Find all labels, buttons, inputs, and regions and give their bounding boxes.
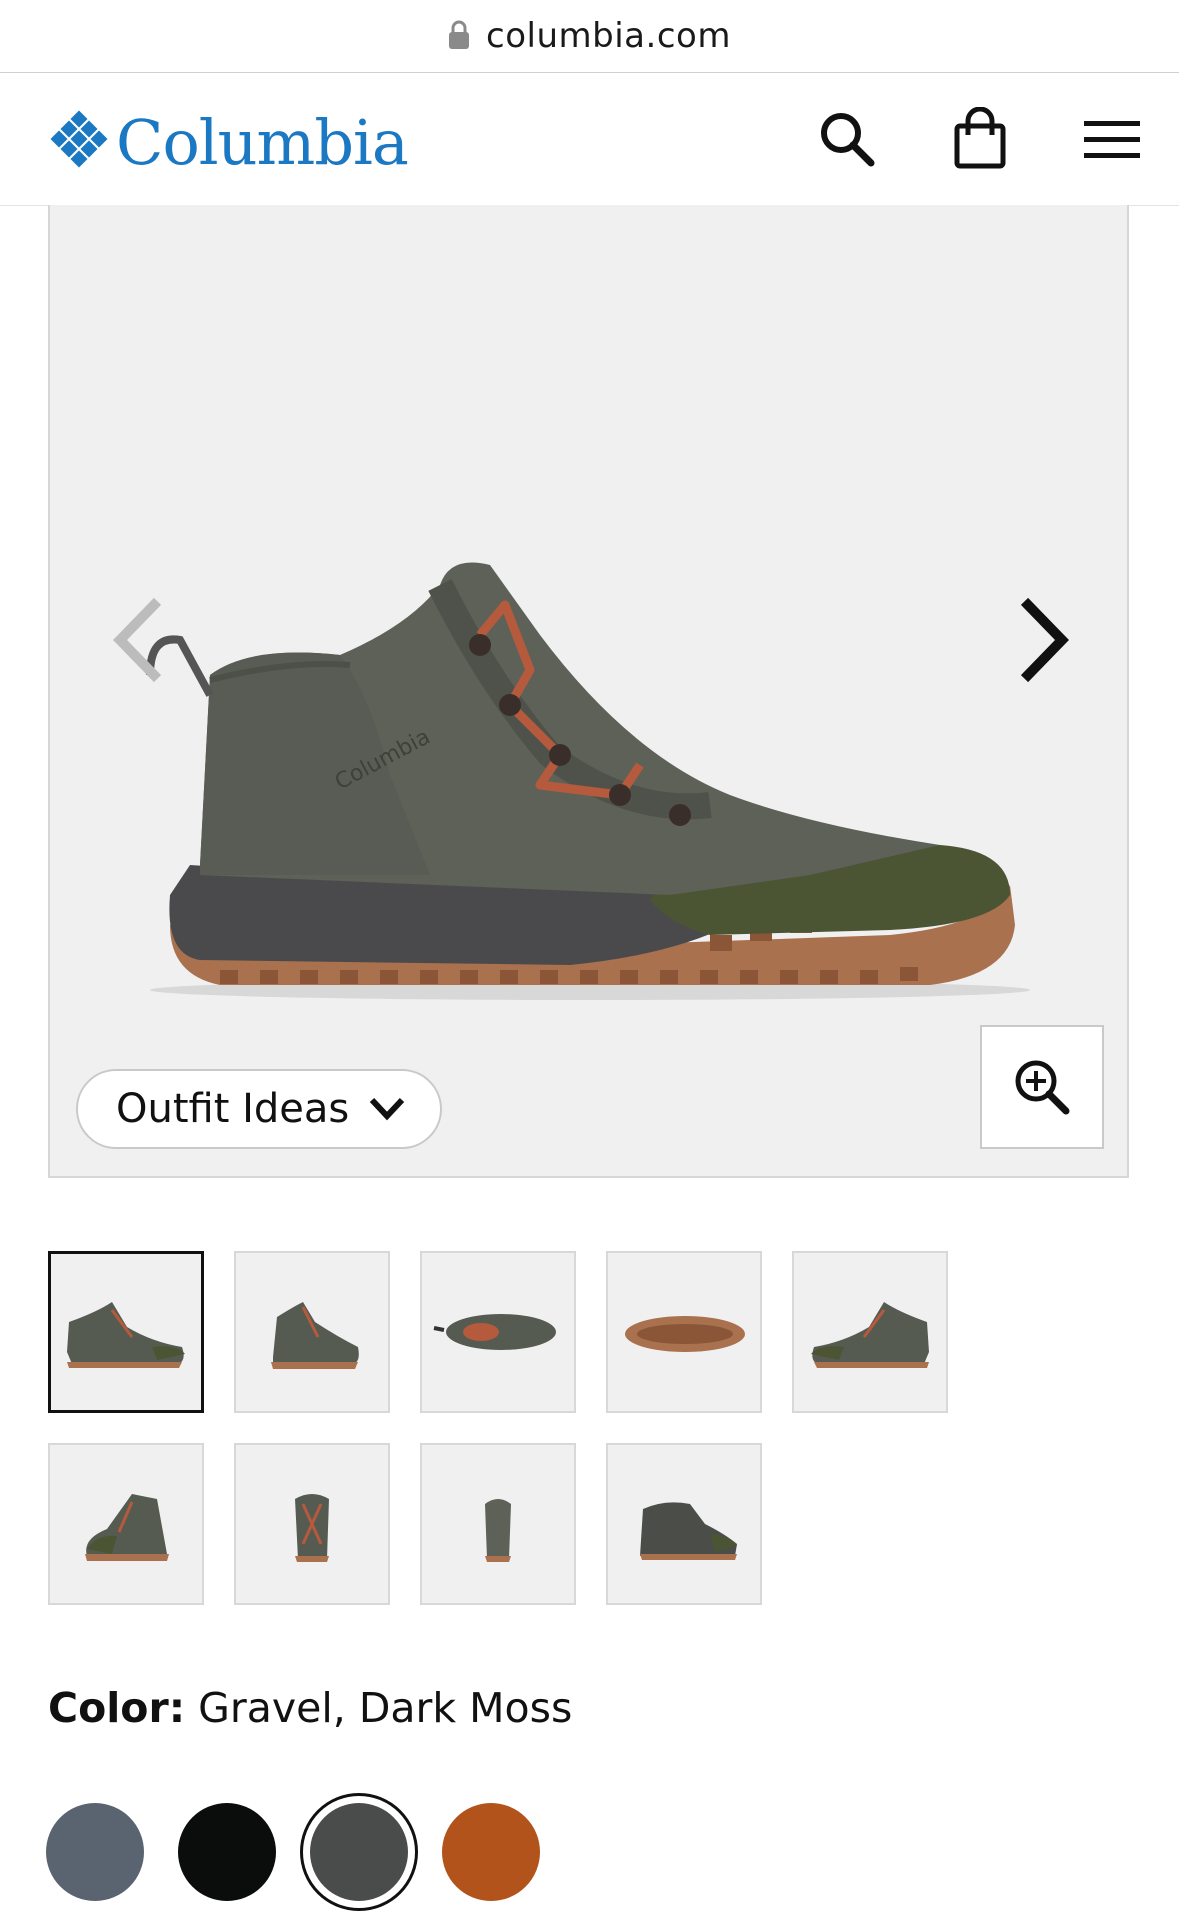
color-value: Gravel, Dark Moss (198, 1684, 573, 1732)
swatch-black[interactable] (178, 1803, 276, 1901)
outfit-ideas-button[interactable]: Outfit Ideas (76, 1069, 442, 1149)
thumbnail-three-quarter[interactable] (234, 1251, 390, 1413)
thumbnail-side-left[interactable] (48, 1251, 204, 1413)
zoom-in-icon (1015, 1060, 1070, 1115)
thumbnail-front[interactable] (234, 1443, 390, 1605)
columbia-logo[interactable]: Columbia (46, 105, 409, 179)
search-icon[interactable] (815, 107, 879, 171)
hamburger-menu-icon[interactable] (1080, 107, 1144, 171)
thumbnail-back[interactable] (420, 1443, 576, 1605)
thumbnail-gallery (48, 1251, 1148, 1607)
next-image-chevron-right-icon[interactable] (1010, 595, 1080, 685)
lock-icon (449, 20, 470, 49)
color-label: Color: (48, 1684, 186, 1732)
chevron-down-icon (370, 1097, 405, 1121)
url-text: columbia.com (486, 16, 731, 56)
swatch-gravel-dark-moss[interactable] (310, 1803, 408, 1901)
site-header: Columbia (0, 73, 1179, 206)
thumbnail-top-down[interactable] (420, 1251, 576, 1413)
color-selection-label: Color: Gravel, Dark Moss (48, 1684, 572, 1732)
thumbnail-front-three-quarter[interactable] (48, 1443, 204, 1605)
thumbnail-side-right[interactable] (792, 1251, 948, 1413)
thumbnail-outsole[interactable] (606, 1251, 762, 1413)
columbia-diamond-logo-icon (50, 110, 108, 168)
previous-image-chevron-left-icon[interactable] (102, 595, 172, 685)
product-boot-image: Columbia (146, 562, 1030, 1000)
thumbnail-inner-three-quarter[interactable] (606, 1443, 762, 1605)
zoom-button[interactable] (980, 1025, 1104, 1149)
shopping-bag-icon[interactable] (948, 107, 1012, 171)
outfit-ideas-label: Outfit Ideas (116, 1086, 350, 1132)
swatch-slate-blue[interactable] (46, 1803, 144, 1901)
product-image-viewer[interactable]: Columbia Outfit Ideas (48, 205, 1129, 1178)
color-swatches (46, 1793, 646, 1911)
swatch-rust[interactable] (442, 1803, 540, 1901)
brand-wordmark: Columbia (116, 105, 409, 179)
browser-url-bar[interactable]: columbia.com (0, 0, 1179, 73)
